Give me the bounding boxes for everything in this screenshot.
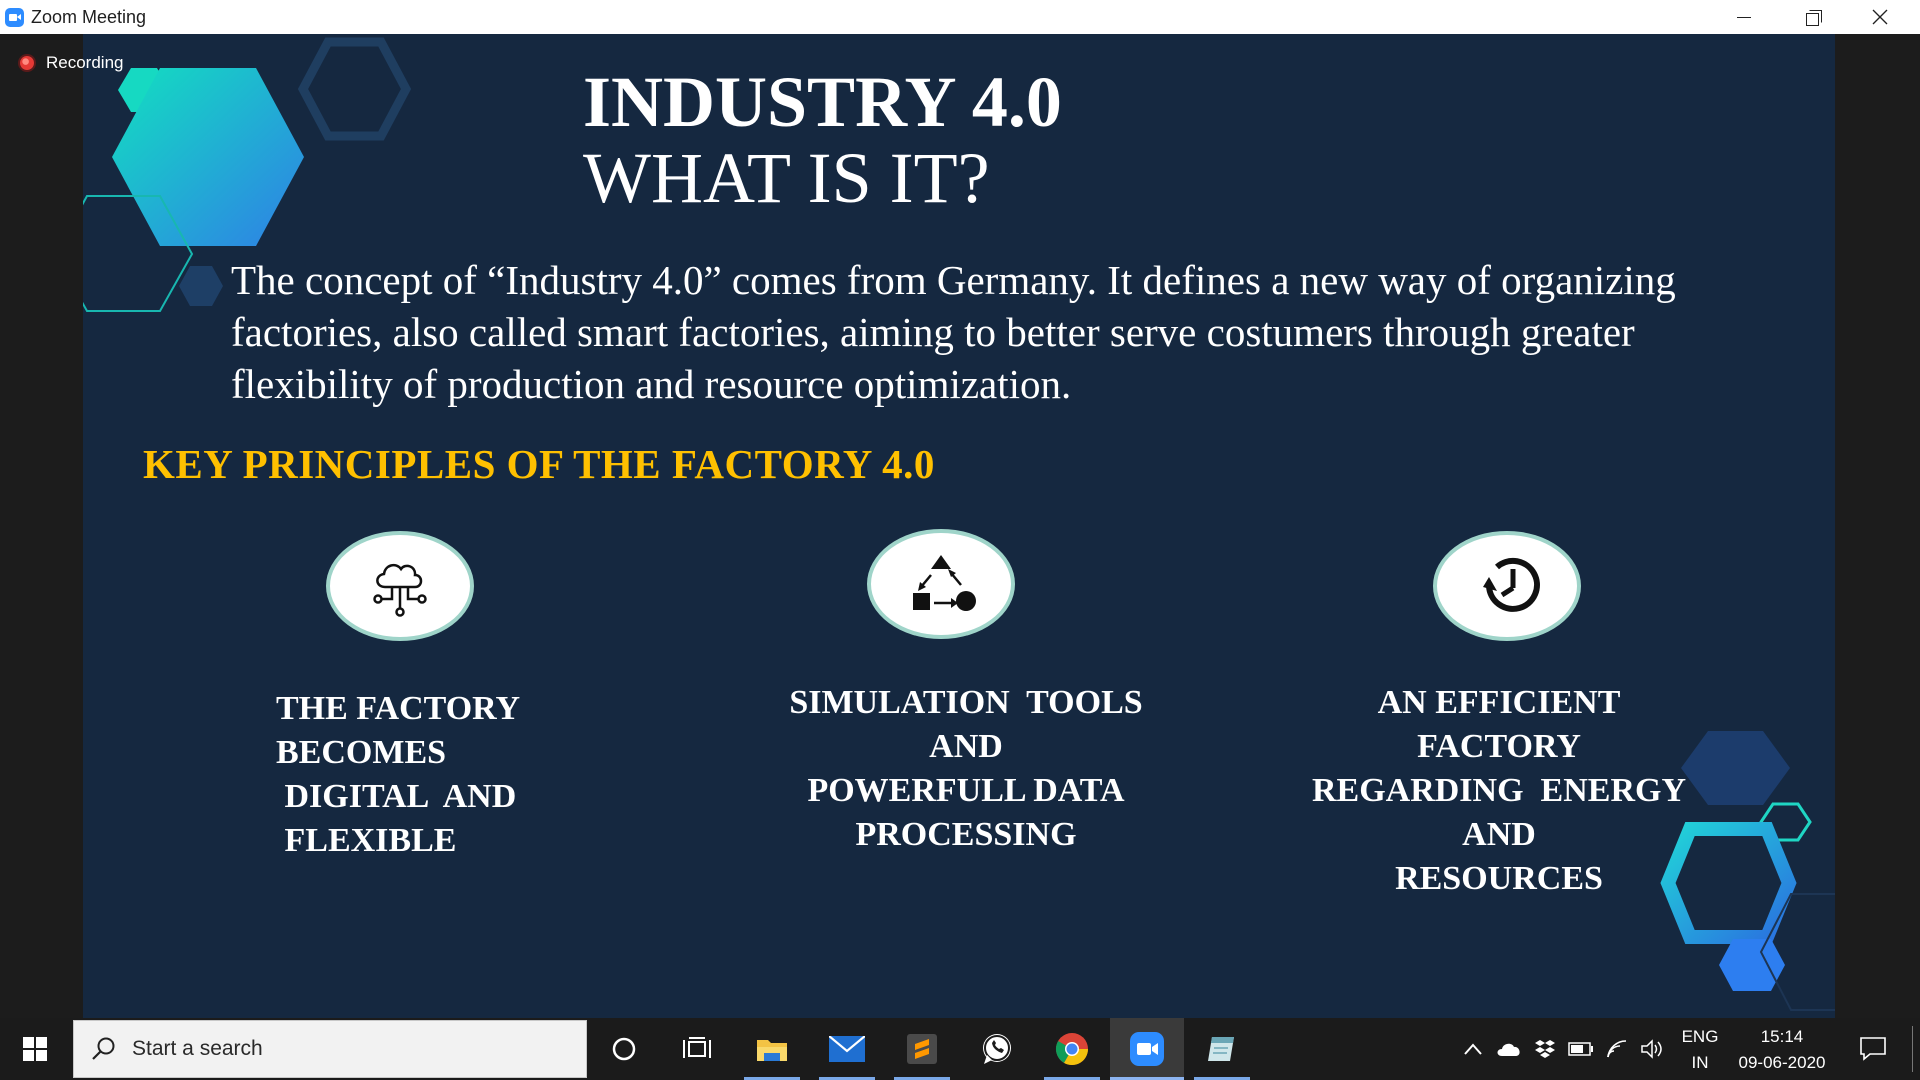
clock-date: 09-06-2020	[1738, 1053, 1826, 1072]
notification-icon	[1860, 1037, 1886, 1061]
cortana-icon	[612, 1037, 636, 1061]
chrome-button[interactable]	[1035, 1018, 1109, 1080]
clock-time: 15:14	[1760, 1027, 1804, 1046]
recording-label: Recording	[46, 53, 124, 72]
intro-line: factories, also called smart factories, …	[231, 309, 1635, 355]
mail-button[interactable]	[810, 1018, 884, 1080]
file-explorer-icon	[757, 1040, 787, 1061]
principle-icon-badge	[867, 529, 1015, 639]
sublime-text-button[interactable]	[885, 1018, 959, 1080]
intro-paragraph: The concept of “Industry 4.0” comes from…	[231, 254, 1811, 410]
dropbox-tray-button[interactable]	[1532, 1036, 1558, 1062]
notes-app-icon	[1208, 1037, 1234, 1061]
intro-line: The concept of “Industry 4.0” comes from…	[231, 257, 1676, 303]
volume-tray-button[interactable]	[1640, 1036, 1666, 1062]
show-desktop-button[interactable]	[1912, 1026, 1913, 1072]
close-button[interactable]	[1846, 0, 1914, 34]
show-hidden-icons-button[interactable]	[1460, 1036, 1486, 1062]
clock-refresh-icon	[1483, 557, 1540, 612]
intro-line: flexibility of production and resource o…	[231, 361, 1072, 407]
zoom-app-icon	[5, 8, 24, 27]
zoom-icon	[1130, 1032, 1164, 1066]
whatsapp-icon	[983, 1034, 1011, 1064]
region-label: IN	[1691, 1053, 1709, 1072]
input-language-button[interactable]: ENG IN	[1680, 1027, 1720, 1073]
minimize-button[interactable]	[1710, 0, 1778, 34]
meeting-video-area: Recording INDUSTRY 4.0 WHAT IS IT? The c…	[0, 34, 1920, 1018]
sublime-text-icon	[907, 1034, 937, 1064]
close-icon	[1872, 9, 1888, 25]
key-principles-heading: KEY PRINCIPLES OF THE FACTORY 4.0	[143, 441, 935, 487]
principle-icon-badge	[1433, 531, 1581, 641]
search-icon	[92, 1037, 115, 1060]
battery-tray-button[interactable]	[1568, 1036, 1594, 1062]
recording-indicator[interactable]: Recording	[20, 53, 124, 73]
restore-button[interactable]	[1778, 0, 1846, 34]
speaker-icon	[1641, 1039, 1662, 1059]
zoom-button[interactable]	[1110, 1018, 1184, 1080]
chevron-up-icon	[1464, 1043, 1482, 1055]
onedrive-cloud-icon	[1497, 1043, 1520, 1056]
taskbar-search[interactable]: Start a search	[73, 1020, 587, 1078]
battery-icon	[1568, 1042, 1593, 1056]
principle-icon-badge	[326, 531, 474, 641]
task-view-icon	[683, 1037, 711, 1058]
slide-title-line1: INDUSTRY 4.0	[583, 62, 1062, 142]
slide-title-line2: WHAT IS IT?	[583, 138, 990, 218]
action-center-button[interactable]	[1848, 1018, 1898, 1080]
notes-app-button[interactable]	[1185, 1018, 1259, 1080]
principle-text-simulation: SIMULATION TOOLS AND POWERFULL DATA PROC…	[789, 684, 1143, 853]
slide-title: INDUSTRY 4.0 WHAT IS IT?	[583, 64, 1062, 216]
mail-icon	[829, 1036, 865, 1062]
chrome-icon	[1055, 1033, 1088, 1066]
search-placeholder: Start a search	[132, 1037, 263, 1060]
dropbox-icon	[1535, 1040, 1555, 1058]
wifi-icon	[1607, 1040, 1627, 1058]
cortana-button[interactable]	[587, 1018, 661, 1080]
clock-button[interactable]: 15:14 09-06-2020	[1730, 1027, 1834, 1073]
window-title: Zoom Meeting	[31, 7, 147, 27]
network-tray-button[interactable]	[1604, 1036, 1630, 1062]
record-icon	[20, 56, 34, 70]
shapes-flow-icon	[913, 555, 976, 611]
language-label: ENG	[1681, 1027, 1719, 1046]
shared-slide: INDUSTRY 4.0 WHAT IS IT? The concept of …	[83, 34, 1835, 1018]
file-explorer-button[interactable]	[735, 1018, 809, 1080]
taskbar: Start a search ENG IN 15:14 09-06-2020	[0, 1018, 1920, 1080]
principle-text-efficient: AN EFFICIENT FACTORY REGARDING ENERGY AN…	[1311, 684, 1687, 897]
cloud-network-icon	[373, 563, 427, 617]
windows-logo-icon	[23, 1037, 47, 1061]
window-title-bar: Zoom Meeting	[0, 0, 1920, 35]
onedrive-tray-button[interactable]	[1496, 1036, 1522, 1062]
principle-text-digital: THE FACTORY BECOMES DIGITAL AND FLEXIBLE	[276, 690, 521, 859]
task-view-button[interactable]	[660, 1018, 734, 1080]
whatsapp-button[interactable]	[960, 1018, 1034, 1080]
start-button[interactable]	[0, 1018, 70, 1080]
